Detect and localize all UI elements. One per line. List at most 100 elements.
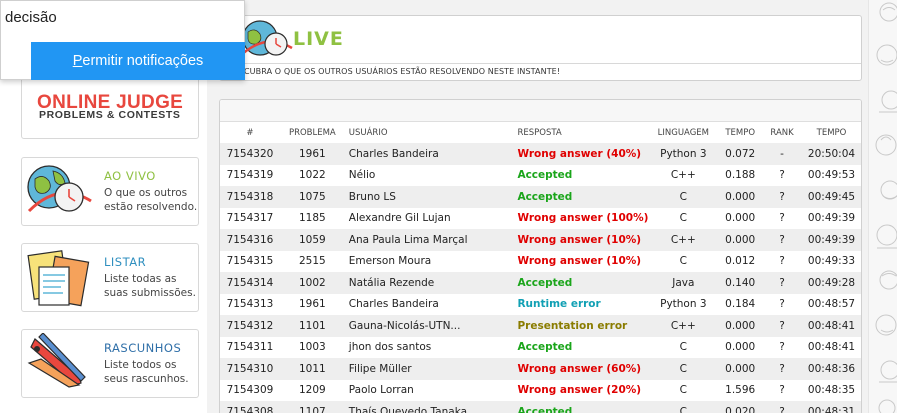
run-id-cell: 7154316 [220, 229, 280, 251]
table-row[interactable]: 7154308 1107 Thaís Quevedo Tanaka Accepted C… [220, 401, 861, 413]
time-cell: 0.000 [718, 186, 763, 208]
user-link[interactable]: Paolo Lorran [344, 379, 514, 401]
rank-cell: ? [762, 207, 803, 229]
time-cell: 0.140 [718, 272, 763, 294]
language-cell: C [648, 336, 719, 358]
answer-status: Wrong answer (10%) [513, 229, 649, 251]
column-header-problem[interactable]: PROBLEMA [279, 122, 345, 143]
clock-cell: 00:49:39 [802, 207, 861, 229]
table-row[interactable]: 7154314 1002 Natália Rezende Accepted Java 0.… [220, 272, 861, 294]
table-row[interactable]: 7154317 1185 Alexandre Gil Lujan Wrong answ… [220, 207, 861, 229]
user-link[interactable]: Gauna-Nicolás-UTN... [344, 315, 514, 337]
problem-link[interactable]: 1003 [279, 336, 345, 358]
column-header-time[interactable]: TEMPO [718, 122, 763, 143]
table-row[interactable]: 7154309 1209 Paolo Lorran Wrong answer (20%… [220, 379, 861, 401]
language-cell: C [648, 401, 719, 413]
table-row[interactable]: 7154310 1011 Filipe Müller Wrong answer (60… [220, 358, 861, 380]
column-header-language[interactable]: LINGUAGEM [648, 122, 719, 143]
user-link[interactable]: Alexandre Gil Lujan [344, 207, 514, 229]
language-cell: C [648, 250, 719, 272]
problem-link[interactable]: 1002 [279, 272, 345, 294]
column-header-rank[interactable]: RANK [762, 122, 803, 143]
clock-cell: 00:48:41 [802, 336, 861, 358]
sidebar-item-ao-vivo[interactable]: AO VIVO O que os outros estão resolvendo… [21, 157, 199, 226]
clock-cell: 00:48:36 [802, 358, 861, 380]
column-header-user[interactable]: USUÁRIO [344, 122, 514, 143]
column-header-clock[interactable]: TEMPO [802, 122, 861, 143]
problem-link[interactable]: 1185 [279, 207, 345, 229]
table-row[interactable]: 7154311 1003 jhon dos santos Accepted C 0.000… [220, 336, 861, 358]
run-id-cell: 7154318 [220, 186, 280, 208]
clock-cell: 00:48:31 [802, 401, 861, 413]
table-row[interactable]: 7154319 1022 Nélio Accepted C++ 0.188? 00:49:5… [220, 164, 861, 186]
user-link[interactable]: Emerson Moura [344, 250, 514, 272]
rank-cell: ? [762, 272, 803, 294]
rank-cell: ? [762, 229, 803, 251]
language-cell: C++ [648, 315, 719, 337]
clock-cell: 00:48:35 [802, 379, 861, 401]
sidebar-item-description: Liste todas as suas submissões. [104, 273, 196, 299]
user-link[interactable]: Charles Bandeira [344, 293, 514, 315]
rank-cell: ? [762, 164, 803, 186]
user-link[interactable]: Charles Bandeira [344, 143, 514, 165]
time-cell: 0.000 [718, 336, 763, 358]
sidebar-item-title: RASCUNHOS [104, 341, 182, 355]
problem-link[interactable]: 1059 [279, 229, 345, 251]
clock-cell: 00:49:45 [802, 186, 861, 208]
run-id-cell: 7154317 [220, 207, 280, 229]
user-link[interactable]: Ana Paula Lima Marçal [344, 229, 514, 251]
globe-clock-icon [27, 165, 92, 213]
clock-cell: 00:49:53 [802, 164, 861, 186]
problem-link[interactable]: 1101 [279, 315, 345, 337]
time-cell: 0.000 [718, 229, 763, 251]
problem-link[interactable]: 1961 [279, 293, 345, 315]
user-link[interactable]: Bruno LS [344, 186, 514, 208]
run-id-cell: 7154315 [220, 250, 280, 272]
problem-link[interactable]: 1011 [279, 358, 345, 380]
problem-link[interactable]: 1075 [279, 186, 345, 208]
sidebar-item-description: O que os outros estão resolvendo. [104, 187, 198, 213]
sidebar-item-description: Liste todos os seus rascunhos. [104, 359, 189, 385]
rank-cell: ? [762, 186, 803, 208]
answer-status: Accepted [513, 336, 649, 358]
table-row[interactable]: 7154313 1961 Charles Bandeira Runtime error… [220, 293, 861, 315]
table-row[interactable]: 7154312 1101 Gauna-Nicolás-UTN... Presentat… [220, 315, 861, 337]
answer-status: Runtime error [513, 293, 649, 315]
language-cell: Java [648, 272, 719, 294]
sidebar-item-listar[interactable]: LISTAR Liste todas as suas submissões. [21, 243, 199, 312]
allow-notifications-button[interactable]: Permitir notificações [31, 42, 245, 80]
problem-link[interactable]: 1209 [279, 379, 345, 401]
run-id-cell: 7154310 [220, 358, 280, 380]
time-cell: 0.184 [718, 293, 763, 315]
run-id-cell: 7154320 [220, 143, 280, 165]
user-link[interactable]: jhon dos santos [344, 336, 514, 358]
user-link[interactable]: Nélio [344, 164, 514, 186]
problem-link[interactable]: 1961 [279, 143, 345, 165]
time-cell: 1.596 [718, 379, 763, 401]
user-link[interactable]: Natália Rezende [344, 272, 514, 294]
column-header-id[interactable]: # [220, 122, 280, 143]
user-link[interactable]: Filipe Müller [344, 358, 514, 380]
user-link[interactable]: Thaís Quevedo Tanaka [344, 401, 514, 413]
language-cell: C++ [648, 164, 719, 186]
answer-status: Wrong answer (20%) [513, 379, 649, 401]
column-header-answer[interactable]: RESPOSTA [513, 122, 649, 143]
table-row[interactable]: 7154316 1059 Ana Paula Lima Marçal Wrong an… [220, 229, 861, 251]
rank-cell: ? [762, 401, 803, 413]
table-toolbar [220, 100, 861, 122]
sidebar-item-rascunhos[interactable]: RASCUNHOS Liste todos os seus rascunhos. [21, 329, 199, 398]
rank-cell: ? [762, 293, 803, 315]
logo-subtitle: PROBLEMS & CONTESTS [39, 109, 181, 121]
logo-card[interactable]: ONLINE JUDGE PROBLEMS & CONTESTS [21, 72, 199, 139]
problem-link[interactable]: 1022 [279, 164, 345, 186]
time-cell: 0.000 [718, 315, 763, 337]
language-cell: C [648, 379, 719, 401]
problem-link[interactable]: 2515 [279, 250, 345, 272]
clock-cell: 00:48:57 [802, 293, 861, 315]
language-cell: Python 3 [648, 293, 719, 315]
notification-popup: decisão Permitir notificações [0, 0, 245, 80]
table-row[interactable]: 7154315 2515 Emerson Moura Wrong answer (10… [220, 250, 861, 272]
table-row[interactable]: 7154320 1961 Charles Bandeira Wrong answer … [220, 143, 861, 165]
problem-link[interactable]: 1107 [279, 401, 345, 413]
table-row[interactable]: 7154318 1075 Bruno LS Accepted C 0.000? 00:49:… [220, 186, 861, 208]
